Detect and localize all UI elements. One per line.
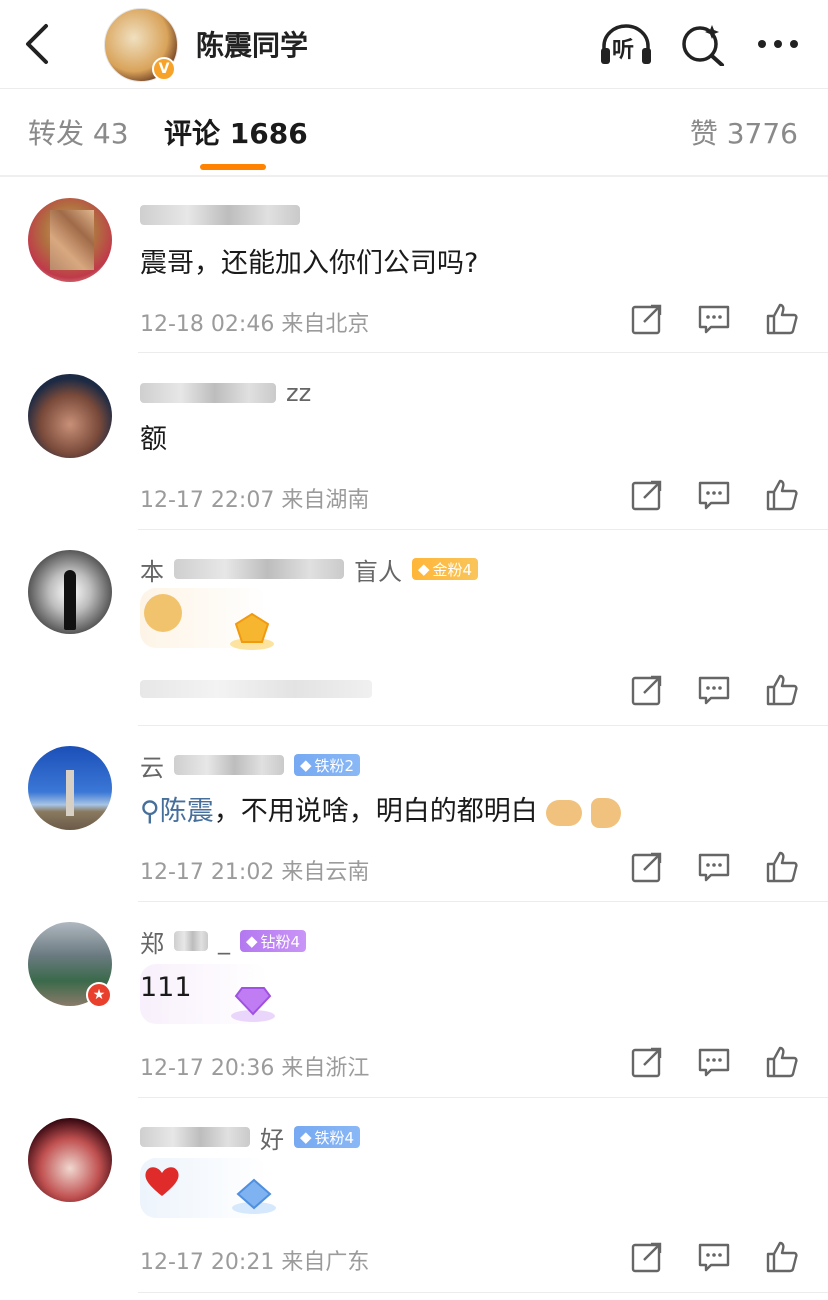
share-button[interactable] <box>630 1045 664 1079</box>
reply-button[interactable] <box>697 478 731 512</box>
share-button[interactable] <box>630 302 664 336</box>
comment-icon <box>698 676 730 705</box>
divider <box>138 352 828 353</box>
like-button[interactable] <box>765 478 799 512</box>
avatar[interactable] <box>28 1118 112 1202</box>
avatar[interactable] <box>28 374 112 458</box>
listen-label: 听 <box>612 38 635 63</box>
like-icon <box>766 479 798 511</box>
like-button[interactable] <box>765 673 799 707</box>
tab-comment[interactable]: 评论 1686 <box>164 112 308 152</box>
star-icon: ★ <box>86 982 112 1008</box>
avatar[interactable] <box>28 198 112 282</box>
comment-meta: 12-17 22:07 来自湖南 <box>140 488 370 513</box>
divider <box>138 901 828 902</box>
comment-text: 111 <box>140 972 192 1003</box>
comment-icon <box>698 1243 730 1272</box>
comment-icon <box>698 1048 730 1077</box>
username[interactable]: 云 ◆ 铁粉2 <box>140 750 361 782</box>
comment-meta <box>140 680 372 698</box>
share-button[interactable] <box>630 478 664 512</box>
verified-badge: V <box>152 57 176 81</box>
fan-badge[interactable]: ◆ 金粉4 <box>412 558 479 580</box>
comment-text: ⚲陈震，不用说啥，明白的都明白 <box>140 794 621 830</box>
back-icon[interactable] <box>18 20 58 68</box>
gem-icon: ◆ <box>300 1128 312 1146</box>
comment-meta: 12-18 02:46 来自北京 <box>140 312 370 337</box>
reply-button[interactable] <box>697 1045 731 1079</box>
handshake-emoji <box>546 799 583 826</box>
share-button[interactable] <box>630 1240 664 1274</box>
comment-text: 额 <box>140 424 167 455</box>
divider <box>138 529 828 530</box>
username[interactable]: zz <box>140 378 311 408</box>
avatar[interactable] <box>28 746 112 830</box>
comment-meta: 12-17 20:36 来自浙江 <box>140 1056 370 1081</box>
username[interactable]: 郑 _ ◆ 钻粉4 <box>140 926 307 958</box>
share-icon <box>631 852 662 883</box>
tab-repost[interactable]: 转发 43 <box>28 112 129 152</box>
avatar[interactable] <box>28 550 112 634</box>
like-icon <box>766 1046 798 1078</box>
comment-meta: 12-17 21:02 来自云南 <box>140 860 370 885</box>
divider <box>138 725 828 726</box>
reply-button[interactable] <box>697 673 731 707</box>
blue-diamond-icon <box>232 1178 276 1214</box>
like-icon <box>766 674 798 706</box>
doge-emoji <box>144 594 182 632</box>
gem-icon: ◆ <box>246 932 258 950</box>
heart-icon <box>145 1167 179 1196</box>
share-icon <box>631 1047 662 1078</box>
like-button[interactable] <box>765 1045 799 1079</box>
like-icon <box>766 303 798 335</box>
reply-button[interactable] <box>697 1240 731 1274</box>
topic-link[interactable]: 陈震 <box>160 796 214 827</box>
search-sparkle-icon[interactable] <box>678 22 730 66</box>
divider <box>0 175 828 177</box>
comment-meta: 12-17 20:21 来自广东 <box>140 1250 370 1275</box>
username[interactable] <box>140 200 300 230</box>
share-icon <box>631 480 662 511</box>
share-button[interactable] <box>630 850 664 884</box>
fan-badge[interactable]: ◆ 铁粉4 <box>294 1126 361 1148</box>
share-button[interactable] <box>630 673 664 707</box>
reply-button[interactable] <box>697 850 731 884</box>
purple-diamond-icon <box>231 987 275 1022</box>
fan-badge[interactable]: ◆ 铁粉2 <box>294 754 361 776</box>
like-button[interactable] <box>765 302 799 336</box>
share-icon <box>631 675 662 706</box>
page-title[interactable]: 陈震同学 <box>196 24 308 64</box>
tab-like[interactable]: 赞 3776 <box>690 112 798 152</box>
divider <box>138 1292 828 1293</box>
comment-text: 震哥，还能加入你们公司吗? <box>140 248 479 279</box>
tab-indicator <box>200 164 266 170</box>
divider <box>0 88 828 89</box>
more-icon[interactable] <box>752 22 804 66</box>
like-button[interactable] <box>765 850 799 884</box>
flexed-biceps-emoji <box>590 797 621 828</box>
divider <box>138 1097 828 1098</box>
share-icon <box>631 304 662 335</box>
like-icon <box>766 1241 798 1273</box>
username[interactable]: 好 ◆ 铁粉4 <box>140 1122 361 1154</box>
gem-icon: ◆ <box>300 756 312 774</box>
username[interactable]: 本盲人 ◆ 金粉4 <box>140 554 479 586</box>
fan-badge[interactable]: ◆ 钻粉4 <box>240 930 307 952</box>
listen-button[interactable]: 听 <box>598 22 651 66</box>
gold-gem-icon <box>230 612 274 650</box>
search-icon[interactable]: ⚲ <box>140 796 160 827</box>
comment-icon <box>698 305 730 334</box>
comment-icon <box>698 481 730 510</box>
gem-icon: ◆ <box>418 560 430 578</box>
like-button[interactable] <box>765 1240 799 1274</box>
share-icon <box>631 1242 662 1273</box>
comment-icon <box>698 853 730 882</box>
reply-button[interactable] <box>697 302 731 336</box>
like-icon <box>766 851 798 883</box>
